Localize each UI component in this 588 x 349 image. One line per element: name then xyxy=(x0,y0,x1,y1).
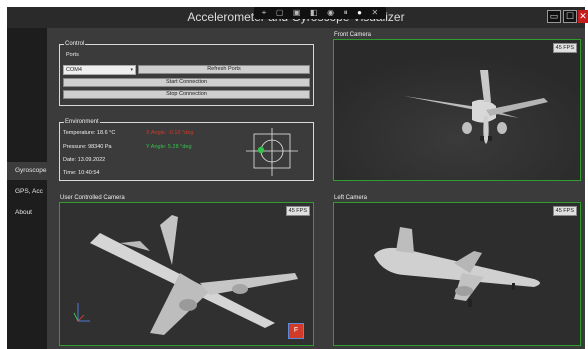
user-camera-title: User Controlled Camera xyxy=(60,195,125,201)
control-group: Control Ports COM4 ▾ Refresh Ports Start… xyxy=(59,40,314,106)
chevron-down-icon: ▾ xyxy=(130,67,133,73)
window-icon[interactable]: ▢ xyxy=(276,7,284,19)
color-icon[interactable]: ● xyxy=(357,7,362,19)
left-airplane-render xyxy=(334,203,580,345)
front-camera-view[interactable]: 45 FPS xyxy=(333,39,581,181)
screenshot-icon[interactable]: ▣ xyxy=(293,7,301,19)
ports-label: Ports xyxy=(66,52,79,58)
front-camera-title: Front Camera xyxy=(334,32,372,38)
user-airplane-render xyxy=(60,203,313,345)
record-icon[interactable]: ◉ xyxy=(327,7,334,19)
pressure-readout: Pressure: 98340 Pa xyxy=(63,144,112,150)
control-group-title: Control xyxy=(64,40,86,48)
maximize-button[interactable]: ☐ xyxy=(563,10,577,23)
temperature-readout: Temperature: 18.6 °C xyxy=(63,130,116,136)
left-camera-view[interactable]: 45 FPS xyxy=(333,202,581,346)
date-readout: Date: 13.09.2022 xyxy=(63,157,106,163)
front-airplane-render xyxy=(334,40,580,180)
refresh-ports-button[interactable]: Refresh Ports xyxy=(138,65,310,74)
app-window: Accelerometer and Gyroscope Visualizer ⌖… xyxy=(0,0,588,349)
close-toolbar-icon[interactable]: ✕ xyxy=(372,7,379,19)
orientation-cube-icon[interactable]: F xyxy=(288,323,304,339)
left-camera-title: Left Camera xyxy=(334,195,368,201)
sidebar-item-gps-acc[interactable]: GPS, Acc xyxy=(7,183,47,201)
port-select[interactable]: COM4 ▾ xyxy=(63,65,136,75)
x-angle-readout: X Angle: -0.10 °deg xyxy=(146,130,194,136)
sidebar-item-gyroscope[interactable]: Gyroscope xyxy=(7,162,47,180)
time-readout: Time: 10:40:54 xyxy=(63,170,100,176)
toggle-icon[interactable]: ◧ xyxy=(310,7,318,19)
y-angle-readout: Y Angle: 5.28 °deg xyxy=(146,144,192,150)
angle-indicator-dot xyxy=(257,146,265,154)
user-camera-fps: 45 FPS xyxy=(285,206,310,216)
front-camera-fps: 45 FPS xyxy=(552,43,577,53)
minimize-button[interactable]: ▭ xyxy=(547,10,561,23)
environment-group: Environment Temperature: 18.6 °C Pressur… xyxy=(59,118,314,181)
left-camera-fps: 45 FPS xyxy=(552,206,577,216)
start-connection-button[interactable]: Start Connection xyxy=(63,78,310,87)
environment-group-title: Environment xyxy=(64,118,100,126)
sidebar: Gyroscope GPS, Acc About xyxy=(7,28,47,349)
fps-icon[interactable]: ⏸ xyxy=(344,7,348,19)
sidebar-item-about[interactable]: About xyxy=(7,204,47,222)
stop-connection-button[interactable]: Stop Connection xyxy=(63,90,310,99)
port-select-value: COM4 xyxy=(66,67,82,73)
pointer-icon[interactable]: ⌖ xyxy=(262,7,267,19)
angle-crosshair xyxy=(246,128,298,176)
debug-toolbar[interactable]: ⌖ ▢ ▣ ◧ ◉ ⏸ ● ✕ xyxy=(254,7,386,19)
main-content: Control Ports COM4 ▾ Refresh Ports Start… xyxy=(47,28,585,349)
user-camera-view[interactable]: 45 FPS F xyxy=(59,202,314,346)
close-button[interactable]: ✕ xyxy=(578,10,588,23)
